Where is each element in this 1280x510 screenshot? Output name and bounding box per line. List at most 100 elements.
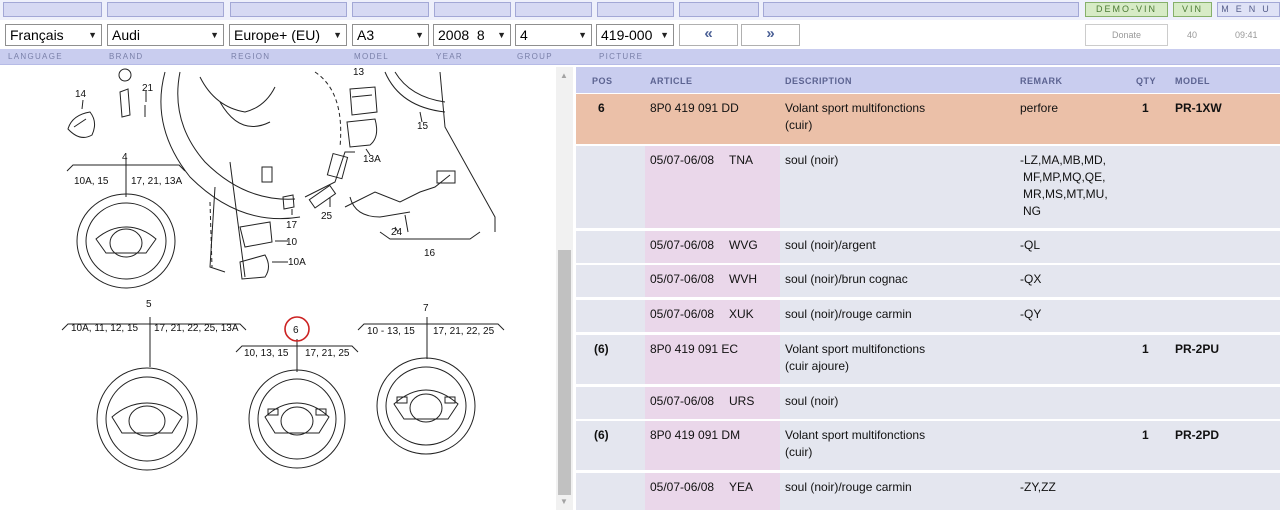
scroll-down-icon[interactable]: ▼ [560,497,568,506]
callout-4: 4 [122,152,128,163]
header-remark: REMARK [1020,76,1063,86]
selector-label-row: LANGUAGE BRAND REGION MODEL YEAR GROUP P… [0,49,1280,65]
table-row[interactable]: 05/07-06/08 TNA soul (noir) -LZ,MA,MB,MD, MF… [576,146,1280,228]
cell-article: 8P0 419 091 EC [650,342,739,356]
table-row[interactable]: 05/07-06/08 YEA soul (noir)/rouge carmin -Z… [576,473,1280,510]
cell-description-line2: (cuir) [785,118,813,132]
label-brand: BRAND [109,52,144,61]
cell-model: PR-1XW [1175,101,1222,115]
parts-table: POS ARTICLE DESCRIPTION REMARK QTY MODEL… [576,67,1280,510]
table-row[interactable]: 05/07-06/08 URS soul (noir) [576,387,1280,419]
region-select[interactable]: Europe+ (EU) ▼ [229,24,347,46]
cell-remark: MR,MS,MT,MU, [1023,187,1108,201]
top-tab-2[interactable] [107,2,224,17]
demo-vin-button[interactable]: DEMO-VIN [1085,2,1168,17]
callout-14: 14 [75,89,87,100]
group5-right-label: 17, 21, 22, 25, 13A [154,323,239,334]
cell-code: XUK [729,307,754,321]
callout-16: 16 [424,248,436,259]
cell-description: soul (noir)/rouge carmin [785,480,912,494]
clock-text: 09:41 [1235,30,1258,40]
counter-text: 40 [1187,30,1198,40]
top-tab-7[interactable] [597,2,674,17]
callout-24: 24 [391,227,403,238]
cell-description: Volant sport multifonctions [785,342,926,356]
table-row[interactable]: 6 8P0 419 091 DD Volant sport multifonctio… [576,94,1280,144]
table-row[interactable]: (6) 8P0 419 091 EC Volant sport multifonct… [576,335,1280,384]
callout-10a: 10A [288,257,306,268]
cell-qty: 1 [1142,342,1149,356]
year-select[interactable]: 2008 8 ▼ [433,24,511,46]
top-tab-4[interactable] [352,2,429,17]
scroll-thumb[interactable] [558,250,571,495]
callout-17: 17 [286,220,298,231]
diagram-scrollbar[interactable]: ▲ ▼ [556,67,573,510]
table-row[interactable]: 05/07-06/08 WVG soul (noir)/argent -QL [576,231,1280,263]
top-tab-1[interactable] [3,2,102,17]
cell-pos: 6 [598,101,605,115]
next-picture-button[interactable]: » [741,24,800,46]
callout-7: 7 [423,303,429,314]
cell-description: soul (noir) [785,153,839,167]
group4-left-label: 10A, 15 [74,176,109,187]
top-bar: DEMO-VIN VIN MENU [0,0,1280,20]
scroll-up-icon[interactable]: ▲ [560,71,568,80]
cell-description: soul (noir)/argent [785,238,876,252]
cell-qty: 1 [1142,428,1149,442]
dropdown-caret-icon: ▼ [497,30,506,40]
dropdown-caret-icon: ▼ [210,30,219,40]
top-tab-6[interactable] [515,2,592,17]
callout-10: 10 [286,237,298,248]
model-select[interactable]: A3 ▼ [352,24,429,46]
table-row[interactable]: 05/07-06/08 WVH soul (noir)/brun cognac -QX [576,265,1280,297]
cell-qty: 1 [1142,101,1149,115]
table-header: POS ARTICLE DESCRIPTION REMARK QTY MODEL [576,67,1280,93]
language-value: Français [10,27,64,43]
callout-25: 25 [321,211,333,222]
vin-button[interactable]: VIN [1173,2,1212,17]
cell-description-line2: (cuir ajoure) [785,359,850,373]
cell-description: soul (noir) [785,394,839,408]
donate-button[interactable]: Donate [1085,24,1168,46]
dropdown-caret-icon: ▼ [333,30,342,40]
top-tab-8[interactable] [679,2,759,17]
header-pos: POS [592,76,613,86]
menu-button[interactable]: MENU [1217,2,1280,17]
table-row[interactable]: 05/07-06/08 XUK soul (noir)/rouge carmin -Q… [576,300,1280,332]
top-tab-9[interactable] [763,2,1079,17]
group-value: 4 [520,27,528,43]
cell-remark: perfore [1020,101,1059,115]
cell-article: 05/07-06/08 [650,307,715,321]
picture-select[interactable]: 419-000 ▼ [596,24,674,46]
header-article: ARTICLE [650,76,693,86]
cell-remark: NG [1023,204,1041,218]
label-group: GROUP [517,52,553,61]
group7-right-label: 17, 21, 22, 25 [433,326,495,337]
table-row[interactable]: (6) 8P0 419 091 DM Volant sport multifonct… [576,421,1280,470]
language-select[interactable]: Français ▼ [5,24,102,46]
cell-article: 8P0 419 091 DM [650,428,741,442]
previous-picture-button[interactable]: « [679,24,738,46]
dropdown-caret-icon: ▼ [88,30,97,40]
top-tab-5[interactable] [434,2,511,17]
cell-remark: -QX [1020,272,1042,286]
picture-value: 419-000 [601,27,653,43]
cell-description: soul (noir)/brun cognac [785,272,908,286]
cell-description-line2: (cuir) [785,445,813,459]
brand-value: Audi [112,27,141,43]
group4-right-label: 17, 21, 13A [131,176,182,187]
top-tab-3[interactable] [230,2,347,17]
cell-article: 05/07-06/08 [650,272,715,286]
label-region: REGION [231,52,271,61]
cell-remark: -QY [1020,307,1042,321]
parts-diagram[interactable]: 14 21 13 15 13A 4 17 25 10 10A 24 16 5 6… [0,67,556,510]
brand-select[interactable]: Audi ▼ [107,24,224,46]
steering-wheel-diagram: 14 21 13 15 13A 4 17 25 10 10A 24 16 5 6… [61,67,505,471]
cell-article: 05/07-06/08 [650,238,715,252]
callout-13: 13 [353,67,365,78]
callout-5: 5 [146,299,152,310]
cell-description: soul (noir)/rouge carmin [785,307,912,321]
group7-left-label: 10 - 13, 15 [367,326,415,337]
header-model: MODEL [1175,76,1210,86]
group-select[interactable]: 4 ▼ [515,24,592,46]
